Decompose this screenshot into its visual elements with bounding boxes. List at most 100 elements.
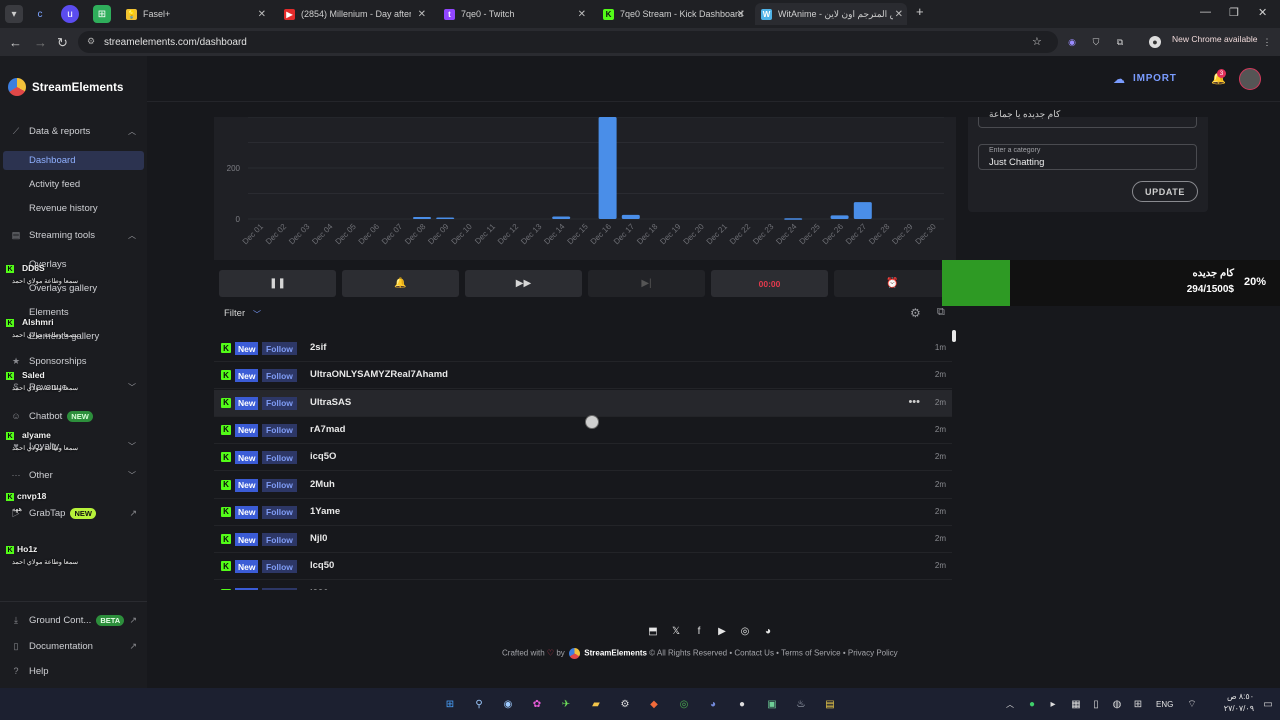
restore-icon[interactable]: ❐	[1229, 6, 1239, 19]
feed-username[interactable]: UltraSAS	[310, 397, 351, 408]
tray-icon[interactable]: ▦	[1068, 696, 1084, 712]
facebook-icon[interactable]: f	[692, 624, 706, 638]
tray-icon[interactable]: ●	[1024, 696, 1040, 712]
chart-bar[interactable]	[552, 216, 571, 219]
obs-icon[interactable]: ●	[734, 696, 750, 712]
twitch-icon[interactable]: ⬒	[646, 624, 660, 638]
puzzle-icon[interactable]: ⧉	[1114, 36, 1126, 48]
alarm-button[interactable]: ⏰	[834, 270, 951, 297]
feed-row[interactable]: K New Follow 2Muh 2m	[214, 472, 952, 499]
sidebar-item-help[interactable]: ? Help	[0, 661, 147, 681]
pause-button[interactable]: ❚❚	[219, 270, 336, 297]
pinned-tab-icon[interactable]: c	[31, 5, 49, 23]
sidebar-item-ground-control[interactable]: ⤓ Ground Cont... BETA ↗	[0, 610, 147, 630]
sidebar-item-sponsorships[interactable]: ★ Sponsorships	[0, 351, 147, 371]
feed-username[interactable]: 2Muh	[310, 479, 335, 490]
minimize-icon[interactable]: —	[1200, 6, 1211, 18]
app-icon[interactable]: ▣	[764, 696, 780, 712]
tray-chevron-icon[interactable]: ︿	[1002, 696, 1018, 712]
feed-row[interactable]: K New Follow Njl0 2m	[214, 526, 952, 554]
tray-icon[interactable]: ▸	[1045, 696, 1061, 712]
pinned-tab-icon[interactable]: u	[61, 5, 79, 23]
update-button[interactable]: UPDATE	[1132, 181, 1198, 202]
feed-row[interactable]: K New Follow UltraSAS ••• 2m	[214, 389, 952, 417]
chevron-down-icon[interactable]: ﹀	[253, 309, 261, 320]
sidebar-item-data-reports[interactable]: ⟋ Data & reports ︿	[0, 121, 147, 141]
sidebar-item-dashboard[interactable]: Dashboard	[29, 155, 75, 166]
network-icon[interactable]: ⌔	[1184, 696, 1200, 712]
steam-icon[interactable]: ♨	[793, 696, 809, 712]
app-icon[interactable]: ⚙	[617, 696, 633, 712]
update-chrome-button[interactable]: New Chrome available	[1172, 34, 1258, 44]
x-twitter-icon[interactable]: 𝕏	[669, 624, 683, 638]
close-icon[interactable]: ✕	[895, 9, 903, 20]
feed-scrollbar[interactable]	[952, 330, 956, 342]
chart-bar[interactable]	[853, 202, 872, 219]
tab-twitch[interactable]: t 7qe0 - Twitch ✕	[438, 3, 590, 25]
external-link-icon[interactable]: ↗	[129, 641, 137, 652]
close-icon[interactable]: ✕	[578, 9, 586, 20]
close-icon[interactable]: ✕	[418, 9, 426, 20]
tab-fasel[interactable]: 💡 Fasel+ ✕	[120, 3, 270, 25]
feed-username[interactable]: 2sif	[310, 342, 326, 353]
shield-icon[interactable]: ⛉	[1090, 36, 1102, 48]
tab-search-icon[interactable]: ▾	[5, 5, 23, 23]
feed-username[interactable]: 1Yame	[310, 506, 340, 517]
language-indicator[interactable]: ENG	[1156, 700, 1173, 709]
stream-title-field[interactable]: كام جديده يا جماعة	[978, 109, 1197, 128]
pinned-tab-icon[interactable]: ⊞	[93, 5, 111, 23]
app-icon[interactable]: ◉	[500, 696, 516, 712]
feed-row[interactable]: K New Follow lcq50 2m	[214, 553, 952, 581]
close-icon[interactable]: ✕	[258, 9, 266, 20]
feed-row[interactable]: K New Follow icq5O 2m	[214, 444, 952, 472]
tab-kick[interactable]: K 7qe0 Stream - Kick Dashboard ✕	[597, 3, 749, 25]
chrome-icon[interactable]: ◎	[676, 696, 692, 712]
clock-date[interactable]: ٢٧/٠٧/٠٩	[1214, 704, 1254, 713]
feed-row[interactable]: K New Follow rA7mad 2m	[214, 417, 952, 444]
sidebar-item-chatbot[interactable]: ☺ Chatbot NEW	[0, 406, 147, 426]
tab-witanime[interactable]: W WitAnime - يس المترجم اون لاين ✕	[755, 3, 907, 25]
feed-username[interactable]: Njl0	[310, 533, 327, 544]
discord-icon[interactable]: ◕	[705, 696, 721, 712]
brave-icon[interactable]: ◆	[646, 696, 662, 712]
discord-icon[interactable]: ◕	[761, 624, 775, 638]
feed-username[interactable]: rA7mad	[310, 424, 345, 435]
clock-time[interactable]: ٨:٥٠ ص	[1214, 692, 1254, 701]
sidebar-item-other[interactable]: ··· Other ﹀	[0, 465, 147, 485]
contact-link[interactable]: Contact Us	[734, 649, 774, 658]
chart-bar[interactable]	[413, 216, 431, 219]
import-button[interactable]: IMPORT	[1133, 73, 1177, 84]
more-options-icon[interactable]: •••	[908, 396, 920, 408]
terms-link[interactable]: Terms of Service	[781, 649, 841, 658]
chart-bar[interactable]	[784, 218, 803, 220]
sidebar-item-revenue-history[interactable]: Revenue history	[29, 203, 98, 214]
app-icon[interactable]: ✿	[529, 696, 545, 712]
skip-next-button[interactable]: ▶|	[588, 270, 705, 297]
feed-row[interactable]: K New Follow 1Yame 2m	[214, 499, 952, 526]
popout-icon[interactable]: ⧉	[937, 306, 945, 319]
feed-username[interactable]: l330	[310, 588, 329, 590]
tray-icon[interactable]: ◍	[1109, 696, 1125, 712]
new-tab-icon[interactable]: +	[916, 4, 924, 19]
chart-bar[interactable]	[436, 217, 455, 219]
feed-row[interactable]: K New Follow 2sif 1m	[214, 335, 952, 362]
site-info-icon[interactable]: ⚙	[87, 36, 95, 47]
url-text[interactable]: streamelements.com/dashboard	[104, 37, 247, 48]
back-icon[interactable]: ←	[9, 35, 22, 50]
close-window-icon[interactable]: ✕	[1258, 6, 1267, 19]
gear-icon[interactable]: ⚙	[910, 306, 921, 320]
notifications-icon[interactable]: ▭	[1260, 696, 1276, 712]
youtube-icon[interactable]: ▶	[715, 624, 729, 638]
app-icon[interactable]: ✈	[558, 696, 574, 712]
external-link-icon[interactable]: ↗	[129, 508, 137, 519]
feed-row[interactable]: K New Follow UltraONLYSAMYZReal7Ahamd 2m	[214, 362, 952, 390]
skip-button[interactable]: ▶▶	[465, 270, 582, 297]
reload-icon[interactable]: ↻	[57, 35, 68, 51]
chart-bar[interactable]	[598, 117, 617, 219]
tray-icon[interactable]: ⊞	[1130, 696, 1146, 712]
privacy-link[interactable]: Privacy Policy	[848, 649, 898, 658]
sidebar-item-streaming-tools[interactable]: ▤ Streaming tools ︿	[0, 225, 147, 245]
menu-dots-icon[interactable]: ⋮	[1261, 36, 1273, 48]
feed-username[interactable]: lcq50	[310, 560, 334, 571]
feed-row[interactable]: K NewFollow l330 2m	[214, 581, 952, 590]
